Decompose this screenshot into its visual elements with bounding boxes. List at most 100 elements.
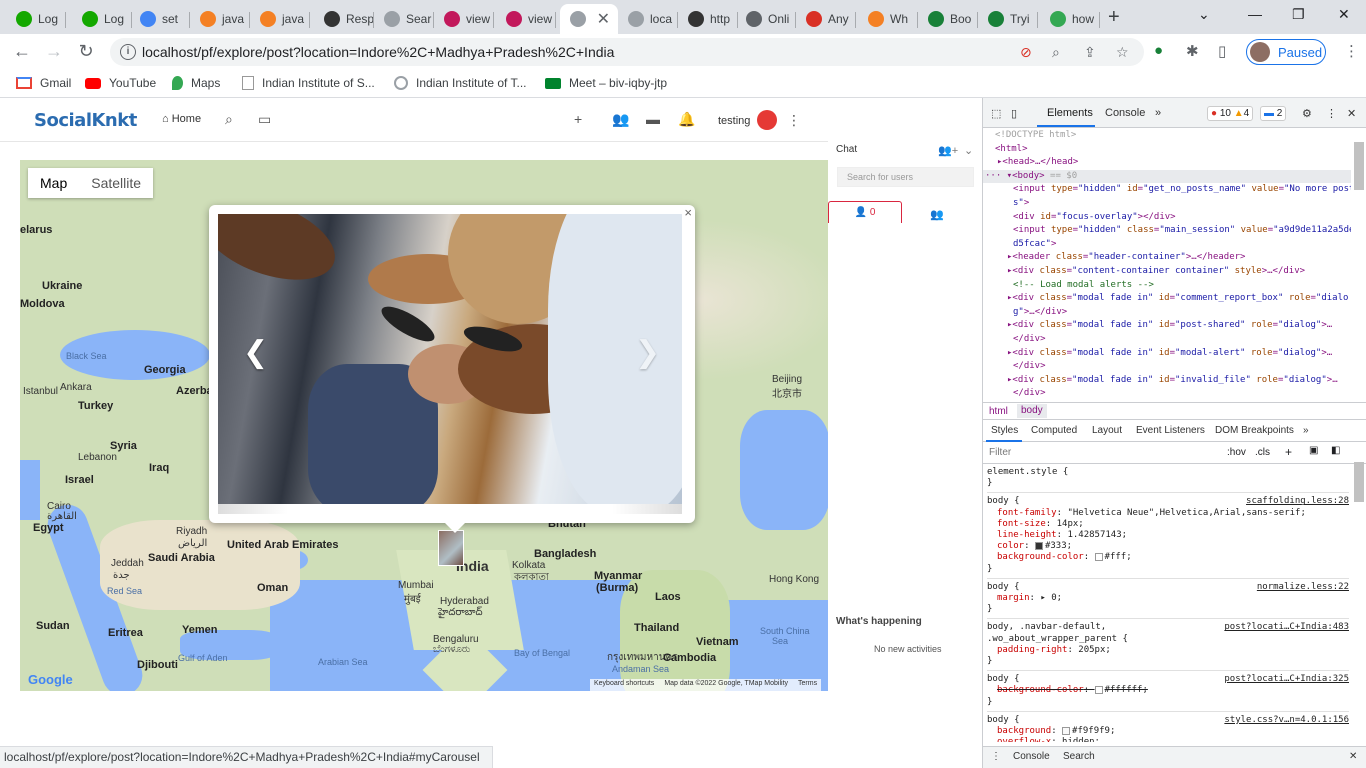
browser-tab[interactable]: how [1040, 4, 1100, 34]
forward-button[interactable]: → [42, 41, 66, 62]
tab-styles[interactable]: Styles [991, 425, 1018, 436]
device-toolbar-icon[interactable]: ▯ [1011, 107, 1017, 120]
dom-line[interactable]: </div> [983, 360, 1351, 374]
dom-line[interactable]: ▸<div class="modal fade in" id="modal-al… [983, 347, 1351, 361]
browser-tab[interactable]: Boo [918, 4, 978, 34]
close-devtools-icon[interactable]: ✕ [1347, 107, 1356, 120]
dom-tree[interactable]: <!DOCTYPE html> <html> ▸<head>…</head> ·… [983, 128, 1351, 402]
breadcrumb-body[interactable]: body [1017, 404, 1047, 418]
messages-badge[interactable]: ▬ 2 [1260, 106, 1287, 121]
browser-tab[interactable]: view [496, 4, 556, 34]
close-tab-icon[interactable]: ✕ [597, 9, 610, 29]
site-logo[interactable]: SocialKnkt [34, 110, 137, 131]
style-rule[interactable]: body, .navbar-default, post?locati…C+Indi… [987, 619, 1349, 672]
drawer-tab-search[interactable]: Search [1063, 751, 1095, 762]
dom-line[interactable]: ▸<div class="modal fade in" id="comment_… [983, 292, 1351, 306]
bookmark-star-icon[interactable]: ☆ [1116, 44, 1129, 61]
dom-line[interactable]: <div id="focus-overlay"></div> [983, 211, 1351, 225]
minimize-button[interactable]: — [1248, 6, 1262, 22]
computed-style-icon[interactable]: ▣ [1309, 445, 1318, 456]
browser-tab[interactable]: view [434, 4, 494, 34]
dom-line[interactable]: ▸<div class="modal fade in" id="invalid_… [983, 374, 1351, 388]
browser-tab[interactable]: Sear [374, 4, 434, 34]
tab-console[interactable]: Console [1105, 107, 1145, 119]
chevron-down-icon[interactable]: ⌄ [964, 144, 973, 157]
tab-elements[interactable]: Elements [1047, 107, 1093, 119]
tab-computed[interactable]: Computed [1031, 425, 1077, 436]
reload-button[interactable]: ↻ [74, 41, 98, 62]
dom-line[interactable]: </div> [983, 387, 1351, 401]
bookmark-gmail[interactable]: Gmail [16, 76, 71, 90]
friends-icon[interactable]: 👥 [612, 111, 629, 128]
bookmark-iisc[interactable]: Indian Institute of S... [242, 76, 375, 90]
user-avatar[interactable] [757, 110, 777, 130]
back-button[interactable]: ← [10, 41, 34, 62]
terms-link[interactable]: Terms [798, 680, 817, 690]
zoom-icon[interactable]: ⌕ [1052, 44, 1060, 61]
browser-tab[interactable]: Wh [858, 4, 918, 34]
browser-tab[interactable]: http [678, 4, 738, 34]
browser-tab[interactable]: java [250, 4, 310, 34]
tab-layout[interactable]: Layout [1092, 425, 1122, 436]
nav-home-link[interactable]: ⌂ Home [162, 113, 201, 125]
new-rule-icon[interactable]: + [1285, 445, 1292, 459]
keyboard-icon[interactable]: ▭ [258, 111, 271, 128]
dom-line[interactable]: s"> [983, 197, 1351, 211]
drawer-tab-console[interactable]: Console [1013, 751, 1050, 762]
breadcrumb-html[interactable]: html [989, 406, 1008, 417]
style-rule[interactable]: body {post?locati…C+India:325 background… [987, 671, 1349, 712]
dom-line[interactable]: <input type="hidden" id="get_no_posts_na… [983, 183, 1351, 197]
more-menu-icon[interactable]: ⋮ [787, 112, 801, 129]
notifications-bell-icon[interactable]: 🔔 [678, 111, 695, 128]
address-url[interactable]: localhost/pf/explore/post?location=Indor… [142, 44, 614, 60]
search-icon[interactable]: ⌕ [225, 111, 233, 128]
styles-filter-input[interactable]: Filter [989, 447, 1011, 458]
restore-button[interactable]: ❐ [1292, 6, 1305, 23]
add-post-icon[interactable]: + [574, 111, 582, 127]
tab-online-users[interactable]: 👤 0 [828, 201, 902, 223]
share-icon[interactable]: ⇪ [1084, 44, 1096, 61]
carousel-prev-button[interactable]: ❮ [243, 335, 268, 370]
settings-gear-icon[interactable]: ⚙ [1302, 107, 1312, 120]
issues-badge[interactable]: ● 10 ▲4 [1207, 106, 1254, 121]
close-drawer-icon[interactable]: ✕ [1349, 751, 1357, 762]
dom-line[interactable]: <html> [983, 143, 1351, 157]
dom-line[interactable]: <!DOCTYPE html> [983, 129, 1351, 143]
bookmark-youtube[interactable]: YouTube [85, 76, 156, 90]
browser-tab[interactable]: java [190, 4, 250, 34]
devtools-menu-icon[interactable]: ⋮ [1326, 107, 1337, 120]
tab-dom-breakpoints[interactable]: DOM Breakpoints [1215, 425, 1294, 436]
chat-search-input[interactable]: Search for users [837, 167, 974, 187]
dom-line[interactable]: ▸<div class="modal fade in" id="post-sha… [983, 319, 1351, 333]
post-location-marker[interactable] [438, 530, 464, 566]
styles-scrollbar[interactable] [1354, 462, 1364, 502]
profile-button[interactable]: Paused [1246, 39, 1326, 65]
extensions-puzzle-icon[interactable]: ✱ [1186, 42, 1199, 60]
inspect-element-icon[interactable]: ⬚ [991, 107, 1001, 120]
user-name[interactable]: testing [718, 115, 750, 127]
bookmark-iit[interactable]: Indian Institute of T... [394, 76, 527, 90]
map-type-map-button[interactable]: Map [28, 168, 79, 198]
messages-icon[interactable]: ▬ [646, 111, 660, 127]
dom-line[interactable]: g">…</div> [983, 306, 1351, 320]
style-rule[interactable]: element.style { } [987, 464, 1349, 494]
browser-tab[interactable]: Log [6, 4, 66, 34]
dom-scrollbar[interactable] [1354, 142, 1364, 190]
style-rule[interactable]: body {style.css?v…n=4.0.1:156 background… [987, 712, 1349, 742]
dom-line[interactable]: </div> [983, 333, 1351, 347]
bookmark-meet[interactable]: Meet – biv-iqby-jtp [545, 76, 667, 90]
style-rule[interactable]: body {normalize.less:22 margin: ▸ 0; } [987, 579, 1349, 620]
close-window-button[interactable]: ✕ [1338, 6, 1350, 23]
browser-tab[interactable]: Log [72, 4, 132, 34]
browser-tab[interactable]: ✕ [560, 4, 618, 34]
style-rule[interactable]: body {scaffolding.less:28 font-family: "… [987, 493, 1349, 579]
sidebar-toggle-icon[interactable]: ◧ [1331, 445, 1340, 456]
dom-line[interactable]: ▸<head>…</head> [983, 156, 1351, 170]
close-icon[interactable]: × [684, 205, 692, 220]
dom-line[interactable]: <input type="hidden" class="main_session… [983, 224, 1351, 238]
dom-line[interactable]: ▸<header class="header-container">…</hea… [983, 251, 1351, 265]
hover-toggle[interactable]: :hov [1227, 447, 1246, 458]
blocked-popup-icon[interactable]: ⊘ [1020, 44, 1032, 61]
tab-event-listeners[interactable]: Event Listeners [1136, 425, 1205, 436]
more-tabs-icon[interactable]: » [1155, 107, 1161, 119]
